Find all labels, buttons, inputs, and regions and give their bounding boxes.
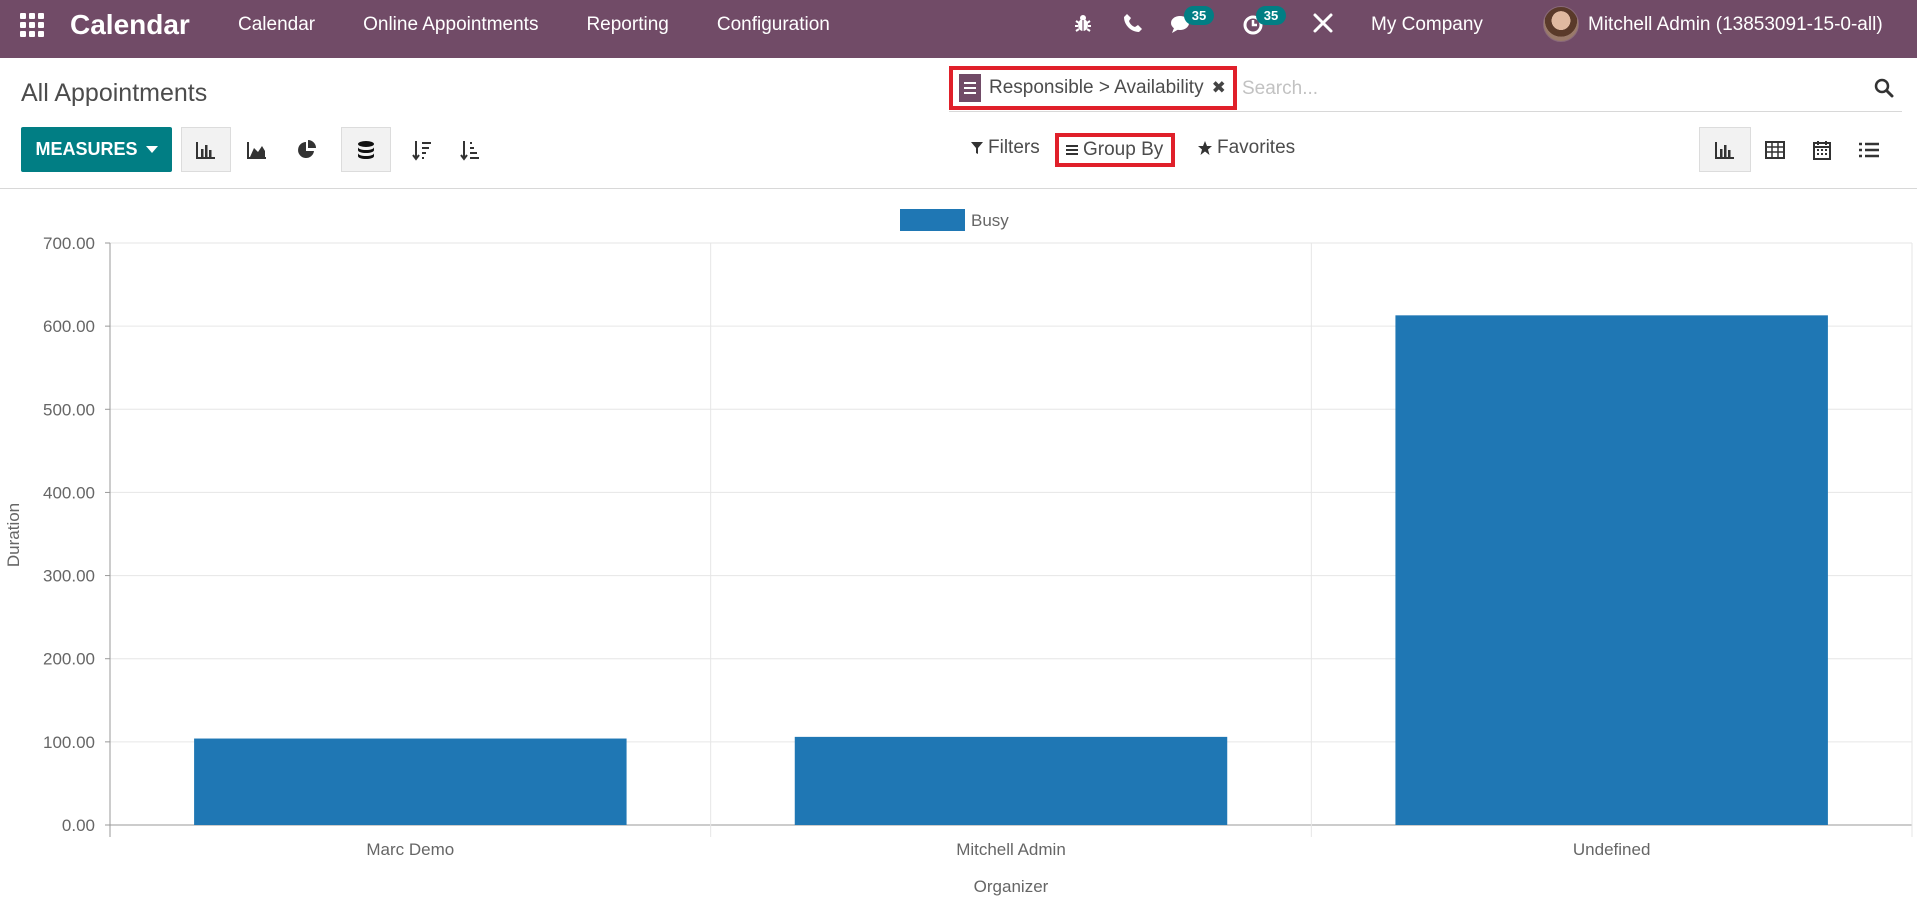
pivot-view-button[interactable] (1749, 127, 1801, 172)
debug-bug-icon[interactable] (1072, 12, 1096, 36)
y-tick-label: 200.00 (43, 650, 95, 669)
y-tick-label: 500.00 (43, 400, 95, 419)
x-tick-label: Mitchell Admin (956, 840, 1066, 859)
chart-bars (194, 315, 1828, 825)
group-by-facet-icon (959, 74, 981, 102)
menu-item-online-appointments[interactable]: Online Appointments (363, 14, 538, 36)
group-by-icon (1066, 145, 1078, 155)
y-tick-label: 300.00 (43, 567, 95, 586)
graph-view-button[interactable] (1699, 127, 1751, 172)
calendar-view-icon (1813, 140, 1831, 160)
chart-legend[interactable]: Busy (900, 209, 1009, 231)
menu-item-reporting[interactable]: Reporting (586, 14, 668, 36)
line-chart-button[interactable] (232, 127, 282, 172)
list-view-icon (1859, 142, 1879, 157)
user-avatar[interactable] (1543, 6, 1579, 42)
y-tick-label: 0.00 (62, 816, 95, 835)
legend-swatch-busy[interactable] (900, 209, 965, 231)
menu-item-calendar[interactable]: Calendar (238, 14, 315, 36)
y-tick-label: 600.00 (43, 317, 95, 336)
caret-down-icon (145, 146, 158, 153)
list-view-button[interactable] (1843, 127, 1895, 172)
top-navbar: Calendar Calendar Online Appointments Re… (0, 0, 1917, 58)
sort-descending-button[interactable] (397, 127, 447, 172)
stacked-icon (358, 140, 374, 159)
calendar-view-button[interactable] (1796, 127, 1848, 172)
messages-icon[interactable]: 35 (1170, 6, 1214, 36)
filter-icon (971, 142, 983, 154)
control-panel-divider (0, 188, 1917, 189)
measures-label: MEASURES (35, 139, 138, 159)
favorites-label: Favorites (1217, 137, 1296, 158)
bar-chart-button[interactable] (181, 127, 231, 172)
app-name[interactable]: Calendar (70, 9, 190, 41)
bar-marc-demo[interactable] (194, 738, 627, 825)
sort-descending-icon (412, 140, 431, 161)
main-menu: Calendar Online Appointments Reporting C… (238, 14, 878, 36)
y-tick-label: 100.00 (43, 733, 95, 752)
graph-view-icon (1715, 141, 1734, 159)
company-switcher[interactable]: My Company (1371, 14, 1483, 36)
group-by-label: Group By (1083, 139, 1164, 160)
legend-label-busy[interactable]: Busy (971, 211, 1009, 230)
settings-tools-icon[interactable] (1312, 12, 1336, 36)
pie-chart-icon (298, 139, 316, 158)
group-by-dropdown[interactable]: Group By (1055, 133, 1176, 167)
stacked-button[interactable] (341, 127, 391, 172)
filters-dropdown[interactable]: Filters (970, 137, 1040, 159)
remove-facet-icon[interactable]: ✖ (1212, 78, 1226, 98)
pivot-view-icon (1765, 140, 1785, 159)
bar-undefined[interactable] (1395, 315, 1828, 825)
search-facet-label: Responsible > Availability (989, 77, 1204, 98)
y-axis-label: Duration (4, 503, 23, 567)
star-icon (1198, 141, 1212, 155)
activities-count-badge: 35 (1256, 6, 1286, 25)
apps-menu-icon[interactable] (20, 13, 46, 37)
menu-item-configuration[interactable]: Configuration (717, 14, 830, 36)
bar-chart-icon (196, 141, 215, 159)
sort-ascending-icon (460, 140, 479, 161)
bar-mitchell-admin[interactable] (794, 736, 1228, 825)
phone-icon[interactable] (1122, 12, 1146, 36)
line-chart-icon (247, 141, 266, 159)
x-axis-label: Organizer (974, 877, 1049, 896)
y-tick-label: 400.00 (43, 483, 95, 502)
messages-count-badge: 35 (1184, 6, 1214, 25)
pie-chart-button[interactable] (282, 127, 332, 172)
filters-label: Filters (988, 137, 1040, 158)
search-facet: Responsible > Availability ✖ (949, 66, 1237, 110)
x-tick-label: Marc Demo (366, 840, 454, 859)
page-title: All Appointments (21, 79, 208, 107)
favorites-dropdown[interactable]: Favorites (1197, 137, 1295, 159)
sort-ascending-button[interactable] (445, 127, 495, 172)
search-input[interactable] (1242, 75, 1842, 103)
measures-dropdown-button[interactable]: MEASURES (21, 127, 172, 172)
search-icon[interactable] (1874, 78, 1896, 100)
graph-view: 0.00 100.00 200.00 300.00 400.00 500.00 600.00… (0, 190, 1917, 903)
bar-chart: 0.00 100.00 200.00 300.00 400.00 500.00 600.00… (4, 209, 1913, 896)
y-tick-label: 700.00 (43, 234, 95, 253)
activities-clock-icon[interactable]: 35 (1242, 6, 1286, 36)
search-bar: Responsible > Availability ✖ (949, 66, 1902, 112)
x-tick-label: Undefined (1573, 840, 1651, 859)
user-menu[interactable]: Mitchell Admin (13853091-15-0-all) (1588, 14, 1883, 36)
